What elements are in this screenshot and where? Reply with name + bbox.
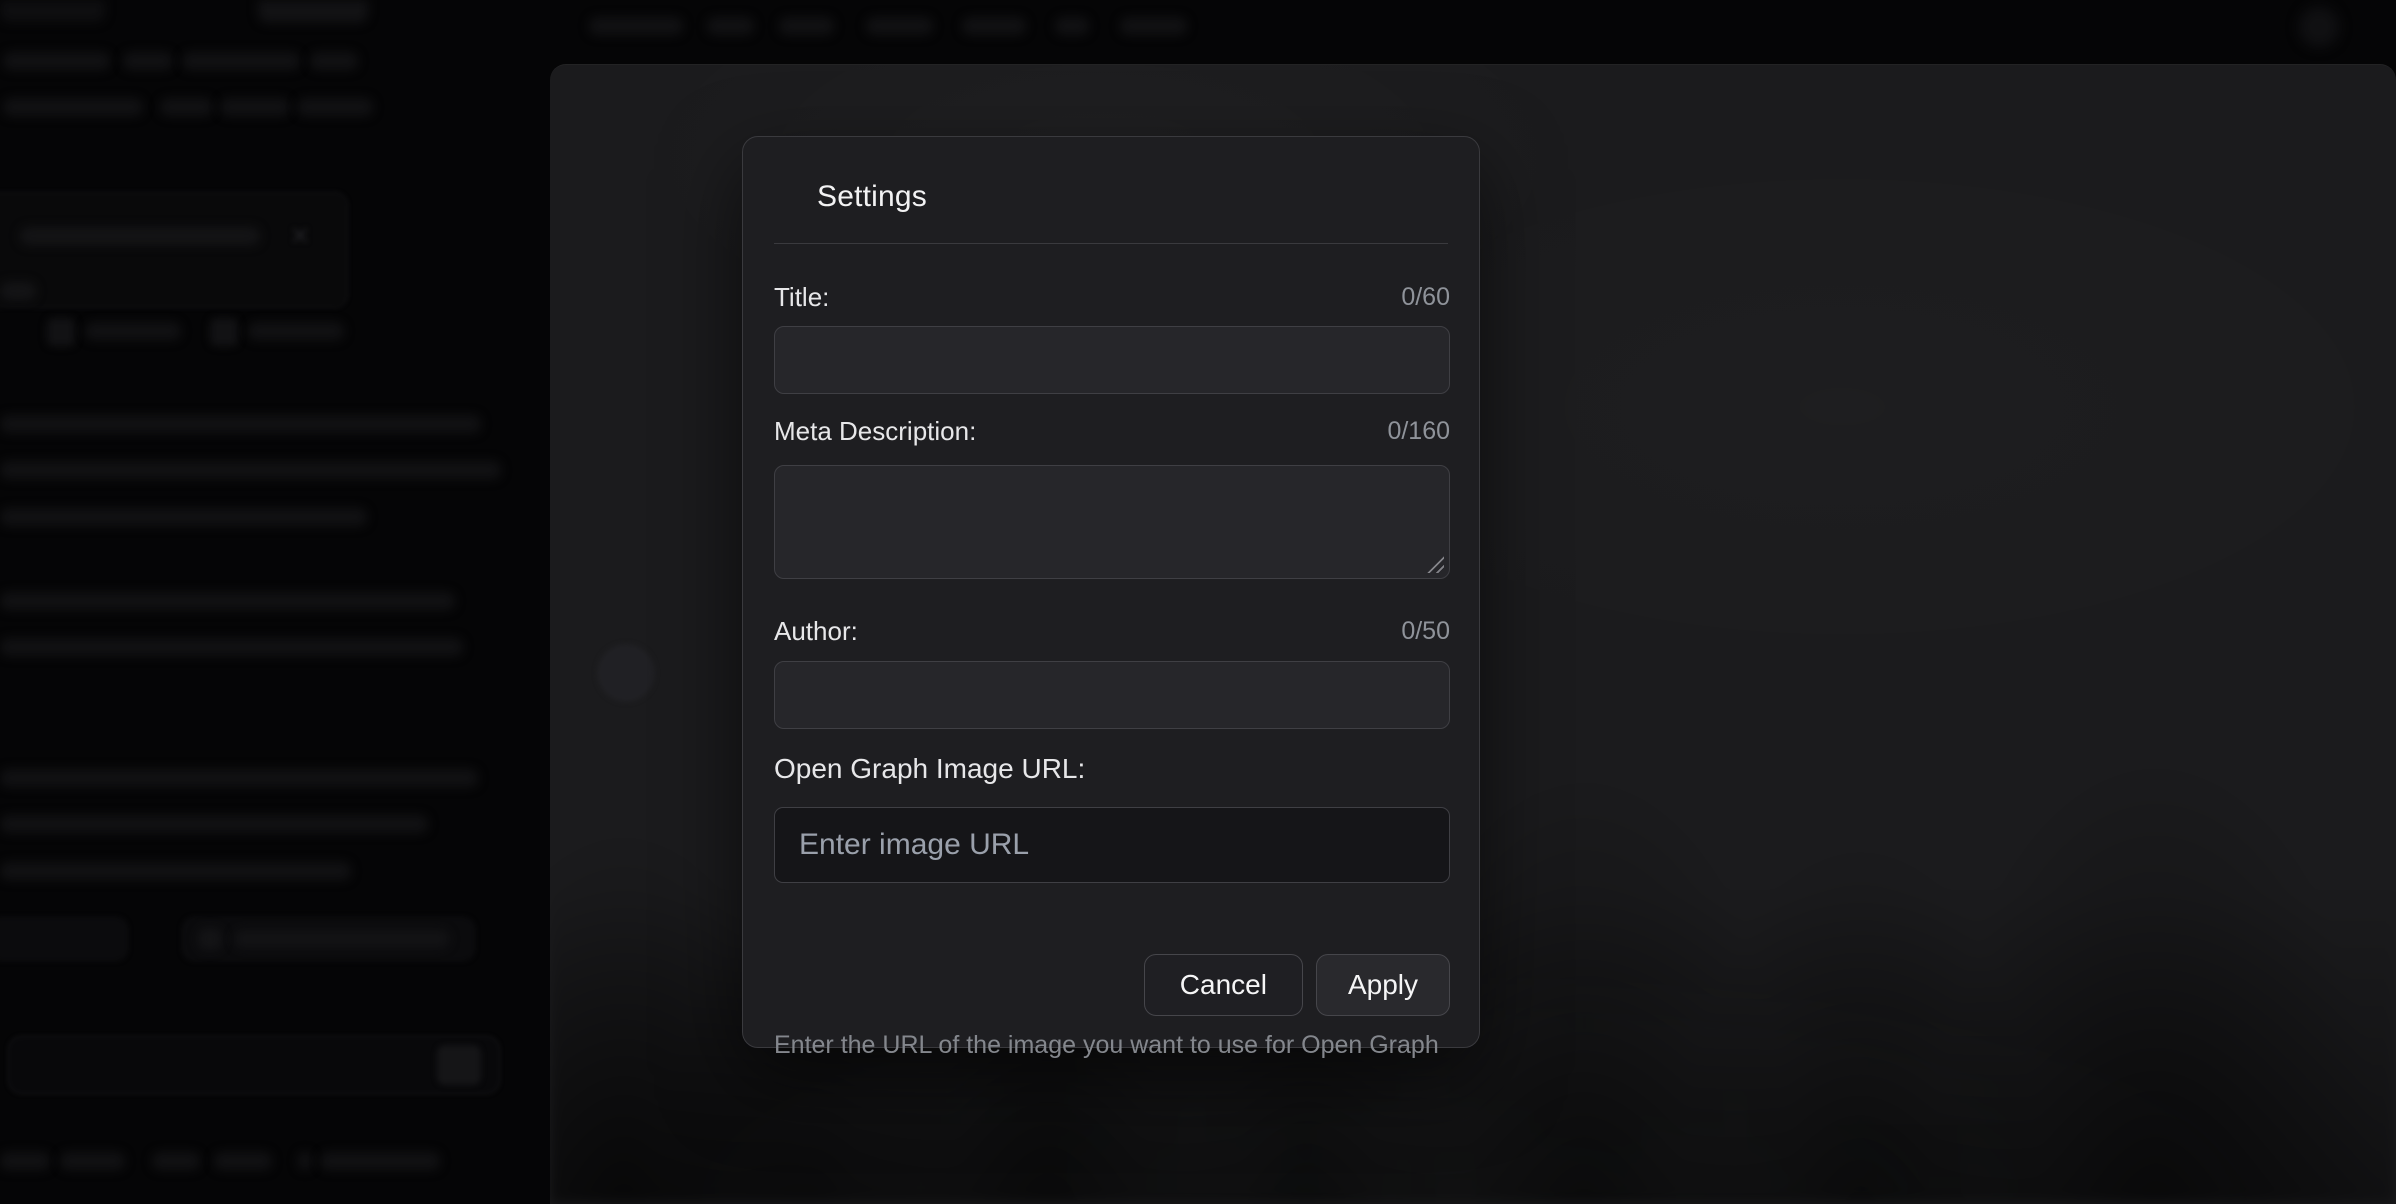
close-icon: ✕ <box>290 222 310 251</box>
sidebar-text-blob <box>152 1152 200 1170</box>
sidebar-pill-button <box>0 918 127 960</box>
breadcrumb-blob <box>962 17 1026 35</box>
breadcrumb-blob <box>1055 17 1089 35</box>
pill-icon-blob <box>198 928 222 950</box>
sidebar-text-blob <box>297 98 373 116</box>
sidebar-text-blob <box>0 592 455 610</box>
title-label: Title: <box>774 282 829 313</box>
sidebar-text-blob <box>320 1152 440 1170</box>
preview-tab-icon <box>210 318 238 346</box>
chat-sidebar: ✕ <box>0 0 545 1204</box>
editor-tab-icon <box>47 318 75 346</box>
dialog-title: Settings <box>817 177 927 217</box>
chat-input-blurred <box>8 1036 500 1094</box>
meta-description-textarea[interactable] <box>774 465 1450 579</box>
sidebar-text-blob <box>0 508 367 526</box>
apply-button[interactable]: Apply <box>1316 954 1450 1016</box>
sidebar-text-blob <box>0 862 351 880</box>
sidebar-text-blob <box>0 415 481 433</box>
editor-tab-blob <box>85 322 181 340</box>
settings-dialog: Settings Title: 0/60 Meta Description: 0… <box>742 136 1480 1048</box>
sidebar-text-blob <box>214 1152 272 1170</box>
title-input[interactable] <box>774 326 1450 394</box>
pill-text-blob <box>234 930 449 948</box>
author-label: Author: <box>774 616 858 647</box>
sidebar-text-blob <box>0 461 501 479</box>
sidebar-text-blob <box>310 52 358 70</box>
og-image-url-label: Open Graph Image URL: <box>774 753 1085 785</box>
gear-icon <box>2299 7 2339 47</box>
breadcrumb-blob <box>1120 17 1187 35</box>
sidebar-text-blob <box>0 1152 50 1170</box>
og-image-helper-text: Enter the URL of the image you want to u… <box>774 1031 1450 1059</box>
send-button-blurred <box>437 1045 481 1085</box>
sidebar-text-blob <box>298 1152 312 1170</box>
og-image-url-input[interactable] <box>774 807 1450 883</box>
author-char-counter: 0/50 <box>1401 617 1450 646</box>
sidebar-text-blob <box>123 52 173 70</box>
author-input[interactable] <box>774 661 1450 729</box>
sidebar-text-blob <box>160 98 213 116</box>
sidebar-text-blob <box>0 638 463 656</box>
breadcrumb-blob <box>589 17 683 35</box>
sidebar-text-blob <box>60 1152 125 1170</box>
divider <box>774 243 1448 244</box>
card-text-blob <box>0 282 36 300</box>
meta-description-char-counter: 0/160 <box>1387 417 1450 446</box>
cancel-button[interactable]: Cancel <box>1144 954 1303 1016</box>
sidebar-text-blob <box>182 52 300 70</box>
card-text-blob <box>20 227 260 245</box>
background-circle <box>598 645 654 701</box>
breadcrumb-blob <box>779 17 834 35</box>
breadcrumb-blob <box>707 17 754 35</box>
dialog-button-row: Cancel Apply <box>774 954 1450 1016</box>
title-char-counter: 0/60 <box>1401 283 1450 312</box>
meta-description-label: Meta Description: <box>774 416 976 447</box>
sidebar-text-blob <box>220 98 290 116</box>
preview-tab-blob <box>248 322 344 340</box>
sidebar-text-blob <box>3 52 110 70</box>
app-screen: ✕ <box>0 0 2396 1204</box>
breadcrumb-blob <box>866 17 933 35</box>
sidebar-text-blob <box>3 98 143 116</box>
sidebar-text-blob <box>0 769 478 787</box>
sidebar-text-blob <box>0 815 428 833</box>
